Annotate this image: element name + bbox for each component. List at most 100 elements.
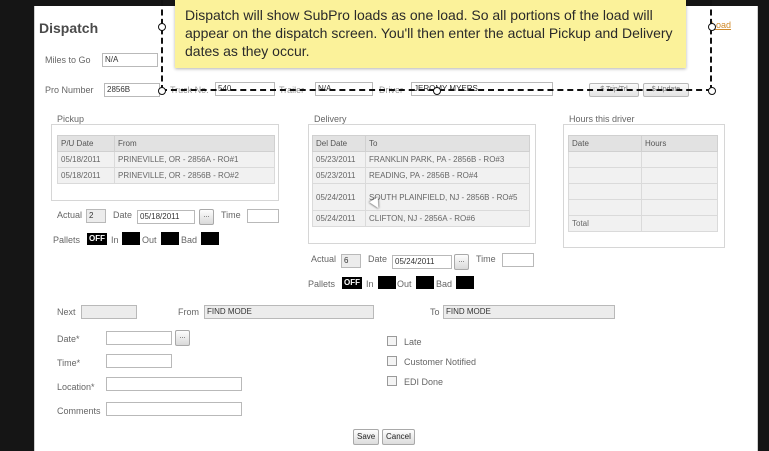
table-row[interactable]: 05/24/2011 CLIFTON, NJ - 2856A - RO#6 [312,210,530,227]
delivery-date-field[interactable]: 05/24/2011 [392,255,452,269]
pickup-out-label: Out [142,235,157,245]
customer-notified-label: Customer Notified [404,357,477,367]
pickup-legend: Pickup [55,114,87,124]
delivery-pallets-label: Pallets [308,279,336,289]
delivery-date-label: Date [368,254,388,264]
hours-total-label: Total [568,215,642,232]
pickup-cell: 05/18/2011 [57,167,115,184]
delivery-col-date: Del Date [312,135,366,152]
hours-legend: Hours this driver [567,114,637,124]
tooltip-text: Dispatch will show SubPro loads as one l… [175,0,686,68]
table-row [568,167,718,184]
edi-done-checkbox[interactable] [387,376,397,386]
from-field[interactable]: FIND MODE [204,305,374,319]
hours-col-hours: Hours [641,135,718,152]
pickup-actual-label: Actual [57,210,83,220]
table-row [568,199,718,216]
cancel-button[interactable]: Cancel [382,429,415,445]
date-field[interactable] [106,331,172,345]
pro-number-field[interactable]: 2856B [104,83,160,97]
resize-handle[interactable] [433,87,441,95]
pickup-in-label: In [111,235,119,245]
table-row[interactable]: 05/23/2011 READING, PA - 2856B - RO#4 [312,167,530,184]
delivery-table: Del Date To 05/23/2011 FRANKLIN PARK, PA -… [312,135,530,227]
save-button[interactable]: Save [353,429,380,445]
customer-notified-checkbox[interactable] [387,356,397,366]
pickup-actual-field[interactable]: 2 [86,209,106,223]
pickup-bad-label: Bad [181,235,198,245]
delivery-bad-label: Bad [436,279,453,289]
delivery-cell: 05/23/2011 [312,167,366,184]
resize-handle[interactable] [708,23,716,31]
delivery-cell: SOUTH PLAINFIELD, NJ - 2856B - RO#5 [365,183,530,211]
pickup-in-field[interactable] [122,232,140,245]
pickup-table: P/U Date From 05/18/2011 PRINEVILLE, OR - … [57,135,275,184]
date-label: Date* [57,334,80,344]
to-label: To [430,307,440,317]
comments-field[interactable] [106,402,242,416]
to-field[interactable]: FIND MODE [443,305,615,319]
delivery-cell: 05/24/2011 [312,183,366,211]
pickup-cell: PRINEVILLE, OR - 2856B - RO#2 [114,167,275,184]
pickup-pallets-label: Pallets [53,235,81,245]
table-row[interactable]: 05/24/2011 SOUTH PLAINFIELD, NJ - 2856B -… [312,183,530,211]
time-label: Time* [57,358,81,368]
late-checkbox[interactable] [387,336,397,346]
pickup-col-from: From [114,135,275,152]
table-row[interactable]: 05/23/2011 FRANKLIN PARK, PA - 2856B - RO… [312,151,530,168]
pickup-time-field[interactable] [247,209,279,223]
resize-handle[interactable] [158,23,166,31]
pickup-date-field[interactable]: 05/18/2011 [137,210,195,224]
delivery-cell: 05/24/2011 [312,210,366,227]
delivery-bad-field[interactable] [456,276,474,289]
table-row[interactable]: 05/18/2011 PRINEVILLE, OR - 2856B - RO#2 [57,167,275,184]
delivery-actual-label: Actual [311,254,337,264]
resize-handle[interactable] [708,87,716,95]
resize-handle[interactable] [158,87,166,95]
location-field[interactable] [106,377,242,391]
table-row [568,151,718,168]
delivery-cell: 05/23/2011 [312,151,366,168]
delivery-time-label: Time [476,254,496,264]
ellipsis-calendar-icon[interactable]: ... [175,330,190,346]
miles-label: Miles to Go [45,55,91,65]
time-field[interactable] [106,354,172,368]
pickup-cell: 05/18/2011 [57,151,115,168]
late-label: Late [404,337,422,347]
delivery-out-label: Out [397,279,412,289]
pickup-col-date: P/U Date [57,135,115,152]
ellipsis-calendar-icon[interactable]: ... [199,209,214,225]
delivery-pallets-toggle[interactable]: OFF [342,277,362,289]
delivery-in-field[interactable] [378,276,396,289]
delivery-col-to: To [365,135,530,152]
pickup-pallets-toggle[interactable]: OFF [87,233,107,245]
table-row[interactable]: 05/18/2011 PRINEVILLE, OR - 2856A - RO#1 [57,151,275,168]
pickup-date-label: Date [113,210,133,220]
hours-total-row: Total [568,215,718,232]
delivery-actual-field[interactable]: 6 [341,254,361,268]
pickup-bad-field[interactable] [201,232,219,245]
miles-field[interactable]: N/A [102,53,158,67]
delivery-legend: Delivery [312,114,349,124]
hours-col-date: Date [568,135,642,152]
delivery-cell: CLIFTON, NJ - 2856A - RO#6 [365,210,530,227]
comments-label: Comments [57,406,101,416]
delivery-in-label: In [366,279,374,289]
table-row [568,183,718,200]
edi-done-label: EDI Done [404,377,444,387]
pickup-time-label: Time [221,210,241,220]
pickup-out-field[interactable] [161,232,179,245]
location-label: Location* [57,382,95,392]
next-field[interactable] [81,305,137,319]
ellipsis-calendar-icon[interactable]: ... [454,254,469,270]
delivery-cell: FRANKLIN PARK, PA - 2856B - RO#3 [365,151,530,168]
delivery-out-field[interactable] [416,276,434,289]
page-title: Dispatch [39,20,99,36]
pro-number-label: Pro Number [45,85,94,95]
delivery-cell: READING, PA - 2856B - RO#4 [365,167,530,184]
hours-table: Date Hours Total [568,135,718,232]
next-label: Next [57,307,76,317]
pickup-cell: PRINEVILLE, OR - 2856A - RO#1 [114,151,275,168]
from-label: From [178,307,199,317]
delivery-time-field[interactable] [502,253,534,267]
